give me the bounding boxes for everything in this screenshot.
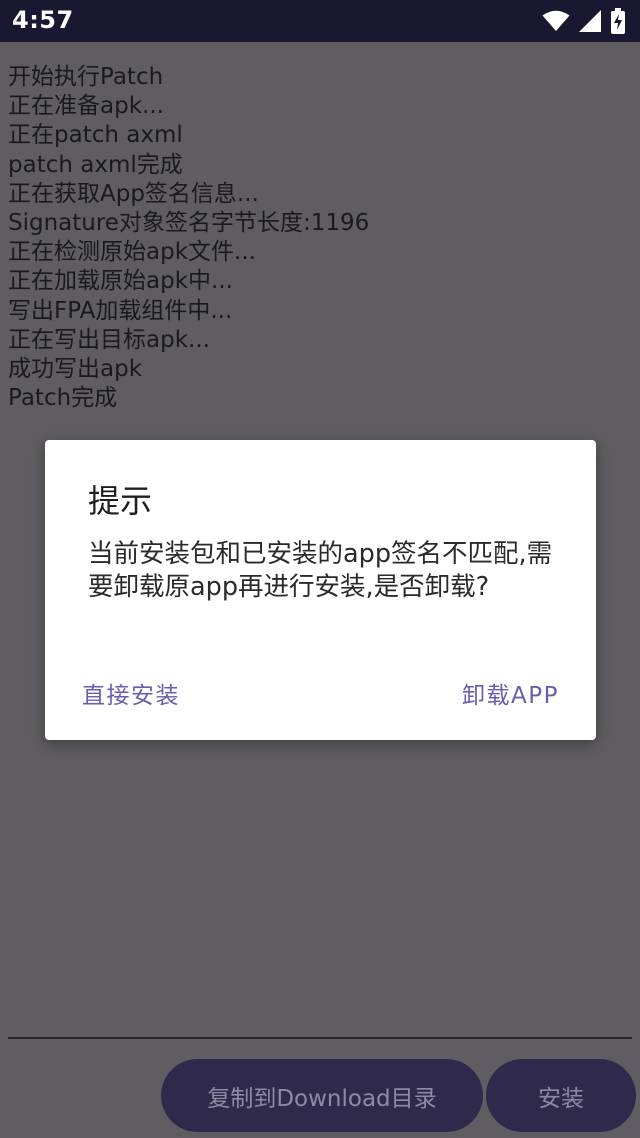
log-line: 正在检测原始apk文件...	[8, 239, 256, 266]
log-line: 正在加载原始apk中...	[8, 268, 233, 295]
log-line: 成功写出apk	[8, 356, 143, 383]
log-line: Signature对象签名字节长度:1196	[8, 210, 370, 237]
status-bar: 4:57	[0, 0, 640, 42]
alert-dialog: 提示 当前安装包和已安装的app签名不匹配,需要卸载原app再进行安装,是否卸载…	[45, 440, 596, 740]
screen: 4:57 开始执行Patch 正在准备apk... 正在patch axml p…	[0, 0, 640, 1138]
battery-charging-icon	[610, 8, 626, 34]
copy-to-download-button[interactable]: 复制到Download目录	[161, 1059, 483, 1132]
divider	[8, 1037, 632, 1039]
wifi-icon	[542, 10, 570, 32]
dialog-title: 提示	[88, 482, 153, 520]
install-directly-button[interactable]: 直接安装	[82, 676, 180, 710]
log-line: 开始执行Patch	[8, 64, 164, 90]
log-output: 开始执行Patch 正在准备apk... 正在patch axml patch …	[8, 63, 628, 413]
log-line: Patch完成	[8, 385, 118, 412]
log-line: 正在准备apk...	[8, 93, 164, 120]
status-time: 4:57	[12, 6, 74, 34]
log-line: 写出FPA加载组件中...	[8, 297, 233, 324]
status-icons	[542, 8, 626, 34]
log-line: 正在获取App签名信息...	[8, 180, 259, 207]
dialog-message: 当前安装包和已安装的app签名不匹配,需要卸载原app再进行安装,是否卸载?	[88, 539, 553, 602]
log-line: 正在patch axml	[8, 122, 183, 149]
log-line: 正在写出目标apk...	[8, 326, 210, 353]
install-button[interactable]: 安装	[486, 1059, 636, 1132]
uninstall-app-button[interactable]: 卸载APP	[462, 676, 559, 710]
cellular-signal-icon	[578, 9, 602, 33]
log-line: patch axml完成	[8, 151, 183, 178]
